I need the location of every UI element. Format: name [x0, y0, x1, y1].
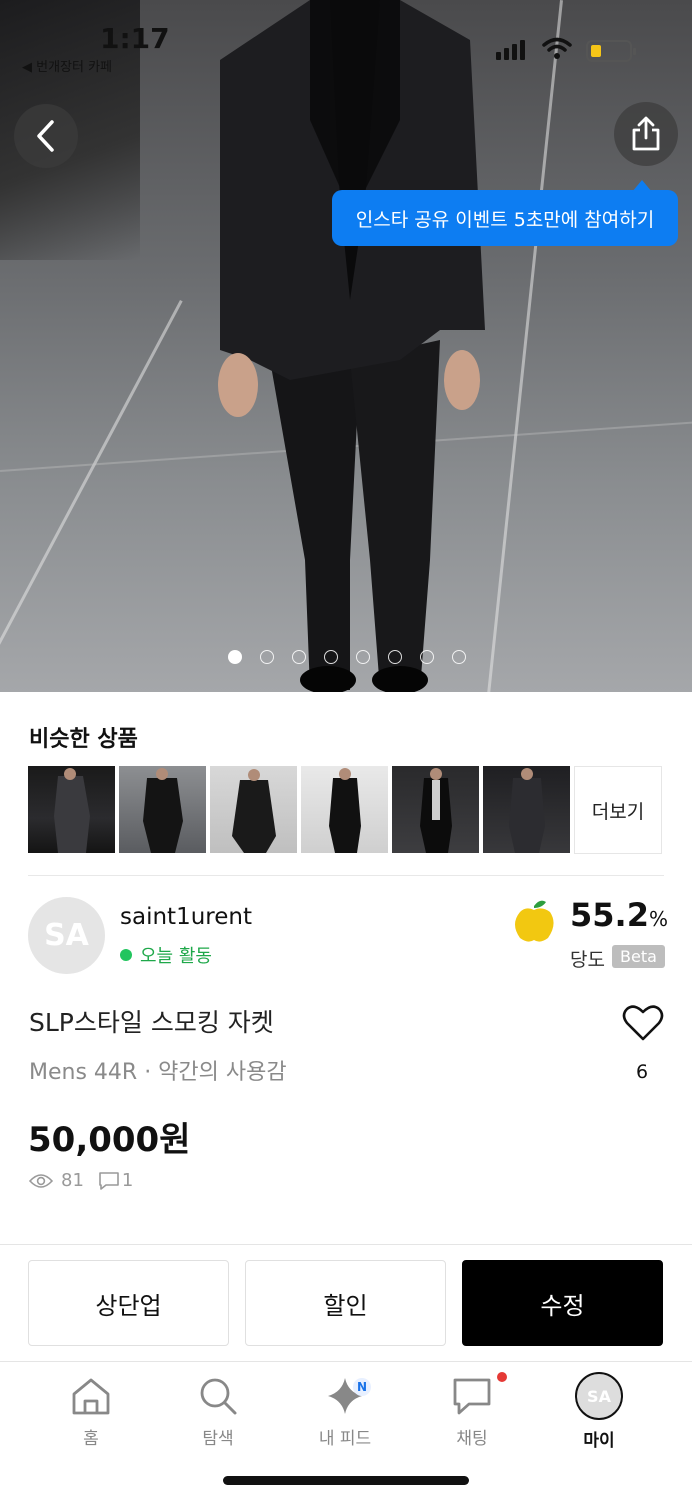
product-stats: 81 1 — [29, 1170, 133, 1191]
home-icon — [72, 1378, 110, 1415]
activity-text: 오늘 활동 — [140, 946, 212, 967]
nav-feed-label: 내 피드 — [318, 1429, 372, 1449]
signal-icon — [496, 40, 525, 60]
product-subtitle: Mens 44R · 약간의 사용감 — [29, 1060, 287, 1085]
similar-product-thumb[interactable] — [301, 766, 388, 853]
similar-product-thumb[interactable] — [28, 766, 115, 853]
bump-button[interactable]: 상단업 — [28, 1260, 229, 1346]
action-bar-divider — [0, 1244, 692, 1245]
similar-product-thumb[interactable] — [119, 766, 206, 853]
search-icon — [200, 1378, 237, 1415]
carousel-dot[interactable] — [228, 650, 242, 664]
edit-button[interactable]: 수정 — [462, 1260, 663, 1346]
back-button[interactable] — [14, 104, 78, 168]
status-time: 1:17 — [100, 22, 170, 55]
comment-count: 1 — [121, 1170, 134, 1191]
nav-chat-label: 채팅 — [456, 1429, 488, 1449]
score-value: 55.2 — [570, 896, 649, 934]
seller-avatar[interactable]: SA — [28, 897, 105, 974]
nav-feed[interactable]: N 내 피드 — [295, 1376, 395, 1449]
carousel-dot[interactable] — [420, 650, 434, 664]
carousel-dot[interactable] — [388, 650, 402, 664]
similar-product-thumb[interactable] — [483, 766, 570, 853]
carousel-dot[interactable] — [356, 650, 370, 664]
eye-icon — [29, 1173, 53, 1188]
nav-chat[interactable]: 채팅 — [422, 1372, 522, 1449]
product-title: SLP스타일 스모킹 자켓 — [29, 1008, 274, 1037]
seller-name[interactable]: saint1urent — [120, 904, 252, 930]
online-dot-icon — [120, 949, 132, 961]
sweetness-score: 55.2% — [570, 896, 668, 934]
apple-score-icon — [515, 900, 554, 942]
chat-unread-dot — [497, 1372, 507, 1382]
home-indicator — [223, 1476, 469, 1485]
nav-home-label: 홈 — [83, 1429, 99, 1449]
carousel-dot[interactable] — [292, 650, 306, 664]
similar-products-row: 더보기 — [28, 766, 662, 854]
seller-activity-status: 오늘 활동 — [120, 942, 212, 968]
bottom-navigation: 홈 탐색 N 내 피드 채팅 SA 마이 — [0, 1361, 692, 1461]
discount-button[interactable]: 할인 — [245, 1260, 446, 1346]
model-figure — [218, 0, 485, 692]
similar-products-title: 비슷한 상품 — [29, 727, 138, 752]
similar-product-thumb[interactable] — [210, 766, 297, 853]
nav-search-label: 탐색 — [202, 1429, 234, 1449]
product-price: 50,000원 — [28, 1120, 191, 1160]
nav-home[interactable]: 홈 — [41, 1376, 141, 1449]
carousel-dot[interactable] — [260, 650, 274, 664]
more-similar-button[interactable]: 더보기 — [574, 766, 662, 854]
chevron-left-icon — [37, 120, 54, 152]
product-image-carousel[interactable]: 1:17 ◀ 번개장터 카페 인스타 공유 이벤트 5초만에 참여하기 — [0, 0, 692, 692]
status-bar: 1:17 ◀ 번개장터 카페 — [0, 0, 692, 80]
comment-icon — [99, 1171, 119, 1190]
beta-badge: Beta — [612, 945, 665, 968]
divider — [28, 875, 664, 876]
battery-icon — [586, 40, 636, 62]
heart-icon[interactable] — [622, 1004, 664, 1042]
chat-icon — [453, 1378, 491, 1415]
like-count: 6 — [636, 1061, 649, 1083]
similar-product-thumb[interactable] — [392, 766, 479, 853]
carousel-dot[interactable] — [324, 650, 338, 664]
nav-my[interactable]: SA 마이 — [549, 1372, 649, 1451]
carousel-indicator — [228, 650, 466, 664]
share-button[interactable] — [614, 102, 678, 166]
share-icon — [632, 116, 660, 151]
share-event-tooltip[interactable]: 인스타 공유 이벤트 5초만에 참여하기 — [332, 180, 678, 246]
view-count: 81 — [61, 1170, 84, 1191]
wifi-icon — [542, 37, 572, 59]
feed-new-badge: N — [353, 1378, 371, 1396]
nav-my-label: 마이 — [583, 1431, 615, 1451]
runway-line — [0, 300, 183, 673]
score-unit: % — [648, 907, 668, 931]
my-avatar: SA — [575, 1372, 623, 1420]
nav-search[interactable]: 탐색 — [168, 1376, 268, 1449]
carousel-dot[interactable] — [452, 650, 466, 664]
status-back-app[interactable]: ◀ 번개장터 카페 — [22, 56, 112, 75]
sweetness-label: 당도 — [570, 949, 605, 971]
